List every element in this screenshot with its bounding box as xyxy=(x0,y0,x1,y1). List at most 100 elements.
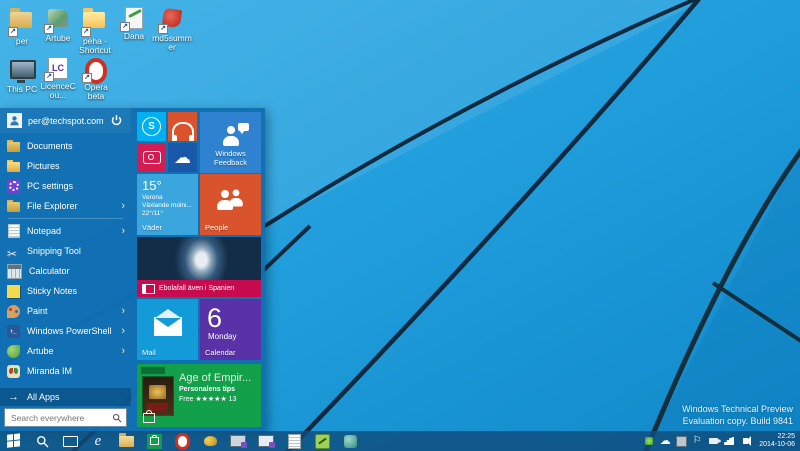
volume-icon[interactable] xyxy=(739,435,751,447)
menu-item-miranda-im[interactable]: Miranda IM xyxy=(0,361,131,381)
menu-item-file-explorer[interactable]: File Explorer › xyxy=(0,196,131,216)
desktop-icon-opera-beta[interactable]: Opera beta xyxy=(76,56,116,101)
tray-app-icon[interactable] xyxy=(675,435,687,447)
opera-icon xyxy=(175,433,190,450)
taskbar-clock[interactable]: 22:25 2014-10-06 xyxy=(755,433,795,450)
notepad-icon xyxy=(8,224,20,238)
pictures-folder-icon xyxy=(7,162,20,172)
md5summer-shortcut-icon xyxy=(160,9,184,33)
tile-calendar[interactable]: 6 Monday Calendar xyxy=(200,299,261,360)
internet-explorer-icon xyxy=(95,434,102,449)
desktop-icon-label: per xyxy=(2,37,42,46)
tile-windows-feedback[interactable]: Windows Feedback xyxy=(200,112,261,173)
submenu-chevron-icon: › xyxy=(121,226,125,237)
start-menu-items: Documents Pictures PC settings File Expl… xyxy=(0,136,131,381)
taskbar-remote-app[interactable] xyxy=(224,431,252,451)
taskbar-miranda-im[interactable] xyxy=(196,431,224,451)
tile-label: People xyxy=(205,223,228,232)
desktop: per Artube peha - Shortcut Dana md5summe… xyxy=(0,0,800,451)
build-watermark: Windows Technical Preview Evaluation cop… xyxy=(682,403,793,427)
tile-people[interactable]: People xyxy=(200,174,261,235)
power-button[interactable] xyxy=(110,114,124,128)
desktop-icon-peha[interactable]: peha - Shortcut xyxy=(75,6,115,55)
envelope-icon xyxy=(154,317,182,336)
desktop-icon-artube[interactable]: Artube xyxy=(38,6,78,43)
xbox-badge xyxy=(141,367,165,374)
file-explorer-icon xyxy=(7,202,20,212)
start-menu-left-column: per@techspot.com Documents Pictures PC s… xyxy=(0,108,131,431)
taskbar-computer-app[interactable] xyxy=(252,431,280,451)
menu-item-documents[interactable]: Documents xyxy=(0,136,131,156)
weather-range: 22°/11° xyxy=(142,210,198,218)
all-apps-button[interactable]: → All Apps xyxy=(0,388,131,406)
desktop-icon-md5summer[interactable]: md5summer xyxy=(152,6,192,52)
tile-mail[interactable]: Mail xyxy=(137,299,198,360)
submenu-chevron-icon: › xyxy=(121,201,125,212)
taskbar-notepad[interactable] xyxy=(280,431,308,451)
desktop-icon-label: Artube xyxy=(38,34,78,43)
network-signal-icon[interactable] xyxy=(723,435,735,447)
desktop-icon-label: This PC xyxy=(2,85,42,94)
taskbar-artube[interactable] xyxy=(336,431,364,451)
miranda-im-icon xyxy=(204,436,217,446)
desktop-icon-per[interactable]: per xyxy=(2,6,42,46)
tile-label: Calendar xyxy=(205,348,235,357)
artube-shortcut-icon xyxy=(46,9,70,33)
tile-store-age-of-empires[interactable]: Age of Empir... Personalens tips Free ★★… xyxy=(137,364,261,427)
taskbar-search-button[interactable] xyxy=(28,431,56,451)
news-icon xyxy=(142,284,155,294)
desktop-icon-dana[interactable]: Dana xyxy=(114,6,154,41)
folder-shortcut-icon xyxy=(10,12,34,36)
user-avatar xyxy=(7,113,22,128)
opera-shortcut-icon xyxy=(84,58,108,82)
speech-bubble-icon xyxy=(238,123,249,131)
menu-item-paint[interactable]: Paint › xyxy=(0,301,131,321)
desktop-icon-label: Dana xyxy=(114,32,154,41)
licence-shortcut-icon xyxy=(46,57,70,81)
tile-label: Väder xyxy=(142,223,162,232)
action-center-flag-icon[interactable] xyxy=(691,435,703,447)
tile-onedrive[interactable] xyxy=(168,143,197,172)
menu-item-pc-settings[interactable]: PC settings xyxy=(0,176,131,196)
folder-icon xyxy=(119,436,134,447)
menu-item-notepad[interactable]: Notepad › xyxy=(0,221,131,241)
menu-item-artube[interactable]: Artube › xyxy=(0,341,131,361)
user-account-row[interactable]: per@techspot.com xyxy=(0,108,131,133)
tile-camera[interactable] xyxy=(137,143,166,172)
task-view-icon xyxy=(63,436,78,447)
taskbar-opera[interactable] xyxy=(168,431,196,451)
tile-skype[interactable] xyxy=(137,112,166,141)
taskbar-notepad-plus-plus[interactable] xyxy=(308,431,336,451)
user-email: per@techspot.com xyxy=(28,116,110,126)
cloud-icon xyxy=(174,149,191,166)
desktop-icon-licencecou[interactable]: LicenceCou... xyxy=(38,56,78,100)
power-plug-icon[interactable] xyxy=(707,435,719,447)
desktop-icon-label: md5summer xyxy=(152,34,192,52)
desktop-icon-label: Opera beta xyxy=(76,83,116,101)
paint-palette-icon xyxy=(7,305,20,318)
menu-separator xyxy=(8,218,123,219)
taskbar-store[interactable] xyxy=(140,431,168,451)
menu-item-pictures[interactable]: Pictures xyxy=(0,156,131,176)
task-view-button[interactable] xyxy=(56,431,84,451)
search-input[interactable] xyxy=(9,412,112,424)
arrow-right-icon: → xyxy=(8,391,19,403)
tile-news[interactable]: Ebolafall även i Spanien xyxy=(137,237,261,297)
tile-music[interactable] xyxy=(168,112,197,141)
artube-icon xyxy=(7,345,20,358)
tray-miranda-icon[interactable] xyxy=(643,435,655,447)
tile-label: Windows Feedback xyxy=(200,149,261,167)
tile-weather[interactable]: 15° Verona Växlande molni... 22°/11° Väd… xyxy=(137,174,198,235)
tray-onedrive-icon[interactable] xyxy=(659,435,671,447)
taskbar-file-explorer[interactable] xyxy=(112,431,140,451)
start-button[interactable] xyxy=(0,431,28,451)
menu-item-windows-powershell[interactable]: Windows PowerShell › xyxy=(0,321,131,341)
sticky-note-icon xyxy=(7,285,20,298)
menu-item-snipping-tool[interactable]: Snipping Tool xyxy=(0,241,131,261)
menu-item-calculator[interactable]: Calculator xyxy=(0,261,131,281)
menu-item-sticky-notes[interactable]: Sticky Notes xyxy=(0,281,131,301)
taskbar-internet-explorer[interactable] xyxy=(84,431,112,451)
watermark-line1: Windows Technical Preview xyxy=(682,403,793,415)
desktop-icon-this-pc[interactable]: This PC xyxy=(2,56,42,94)
watermark-line2: Evaluation copy. Build 9841 xyxy=(682,415,793,427)
